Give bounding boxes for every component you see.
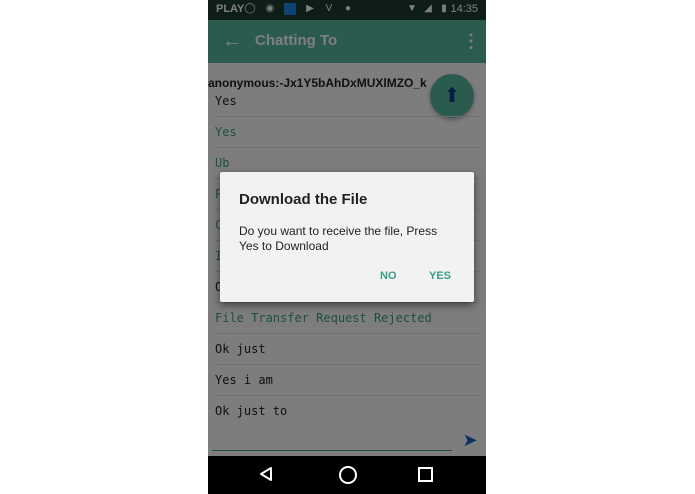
nav-home-icon[interactable] xyxy=(339,466,357,484)
nav-recents-icon[interactable] xyxy=(418,467,433,482)
dialog-message: Do you want to receive the file, Press Y… xyxy=(239,224,438,253)
navigation-bar xyxy=(208,456,486,494)
yes-button[interactable]: YES xyxy=(429,270,451,282)
phone-screen: PLAY ◯ ◉ ▶ V ● ▼ ◢ ▮ 14:35 ← Chatting To… xyxy=(208,0,486,494)
download-dialog: Download the File Do you want to receive… xyxy=(220,172,474,302)
no-button[interactable]: NO xyxy=(380,270,397,282)
nav-back-icon[interactable] xyxy=(258,466,274,482)
dialog-title: Download the File xyxy=(239,191,368,208)
